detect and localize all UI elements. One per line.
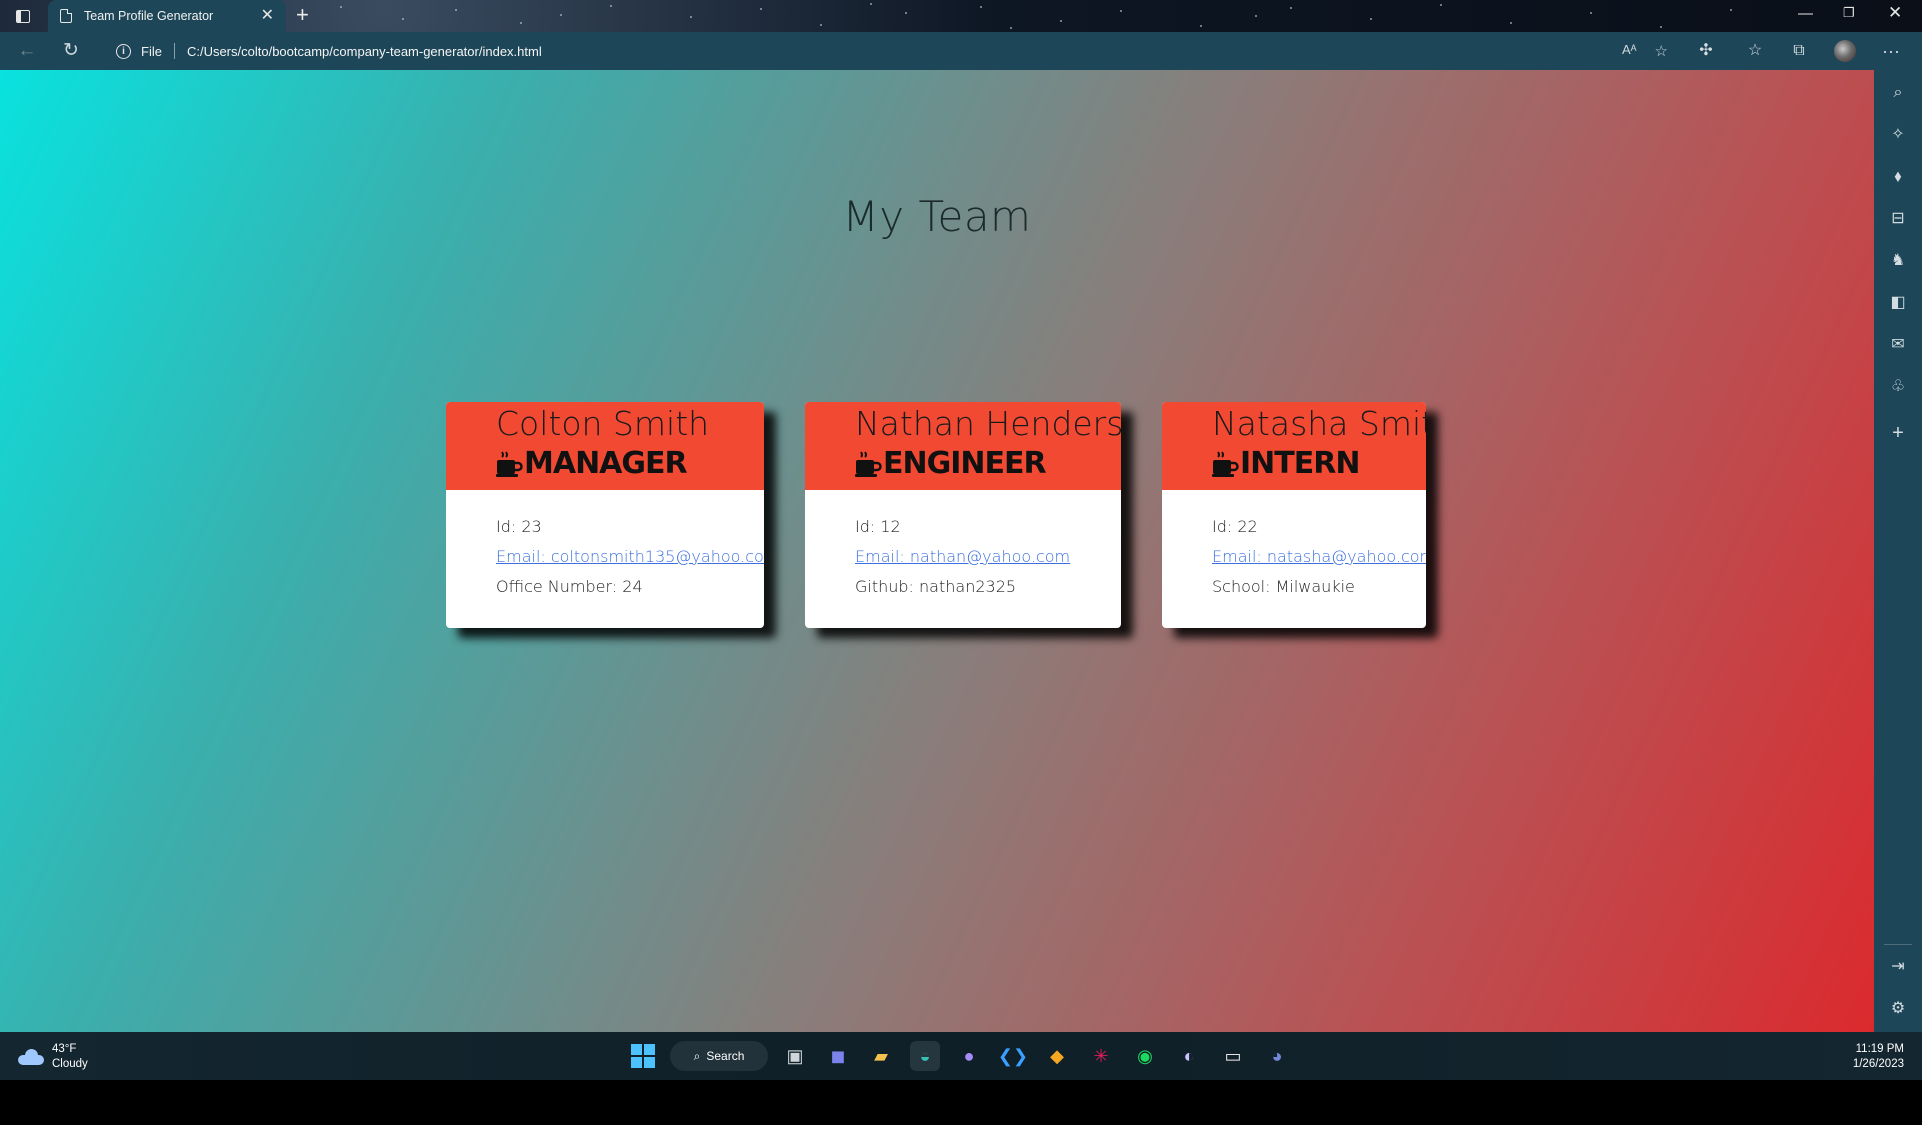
browser-sidebar: ⌕ ✧ ⬧ ⊟ ♞ ◧ ✉ ♧ + ⇥ ⚙	[1874, 70, 1922, 1032]
new-tab-button[interactable]: +	[296, 3, 309, 27]
page-icon	[60, 9, 72, 23]
browser-title-bar: Team Profile Generator ✕ + — ❐ ✕	[0, 0, 1922, 32]
windows-taskbar: 43°F Cloudy ⌕ Search ▣ ◼ ▰ ◒ ● ❮❯ ◆ ✳ ◉ …	[0, 1032, 1922, 1080]
page-viewport: My Team Colton Smith MANAGER Id: 23 Emai…	[0, 70, 1874, 1032]
vscode-icon[interactable]: ❮❯	[998, 1041, 1028, 1071]
employee-id: Id: 12	[855, 517, 901, 536]
card-header: Colton Smith MANAGER	[446, 402, 764, 490]
minimize-icon[interactable]: —	[1798, 5, 1813, 22]
terminal-icon[interactable]: ▭	[1218, 1041, 1248, 1071]
employee-card-engineer: Nathan Henderson ENGINEER Id: 12 Email: …	[805, 402, 1121, 628]
office-icon[interactable]: ◧	[1885, 290, 1911, 316]
employee-office-number: Office Number: 24	[496, 577, 643, 596]
close-tab-icon[interactable]: ✕	[261, 8, 274, 24]
card-header: Natasha Smith INTERN	[1162, 402, 1426, 490]
cloud-icon	[18, 1049, 44, 1065]
browser-toolbar: ← ↻ i File C:/Users/colto/bootcamp/compa…	[0, 32, 1922, 70]
games-icon[interactable]: ♞	[1885, 248, 1911, 274]
weather-widget[interactable]: 43°F Cloudy	[18, 1042, 88, 1072]
slack-icon[interactable]: ✳	[1086, 1041, 1116, 1071]
github-desktop-icon[interactable]: ●	[954, 1041, 984, 1071]
add-favorite-star-icon[interactable]: ☆	[1655, 42, 1668, 60]
employee-id: Id: 23	[496, 517, 542, 536]
more-options-icon[interactable]: ···	[1878, 38, 1904, 64]
employee-id: Id: 22	[1212, 517, 1258, 536]
refresh-icon[interactable]: ↻	[58, 38, 84, 64]
settings-gear-icon[interactable]: ⚙	[1885, 996, 1911, 1022]
discord-icon[interactable]: ◕	[1262, 1041, 1292, 1071]
tor-browser-icon[interactable]: ◐	[1174, 1041, 1204, 1071]
collections-icon[interactable]: ⧉	[1786, 38, 1812, 64]
add-sidebar-app-icon[interactable]: +	[1885, 420, 1911, 446]
coffee-mug-icon	[496, 450, 523, 478]
employee-role: INTERN	[1212, 446, 1360, 481]
edge-browser-icon[interactable]: ◒	[910, 1041, 940, 1071]
drop-icon[interactable]: ♧	[1885, 374, 1911, 400]
tools-briefcase-icon[interactable]: ⊟	[1885, 206, 1911, 232]
info-icon[interactable]: i	[116, 43, 131, 59]
tab-actions-menu-button[interactable]	[14, 8, 32, 24]
extensions-puzzle-icon[interactable]: ✣	[1693, 38, 1719, 64]
task-view-icon[interactable]: ▣	[780, 1041, 810, 1071]
screen-bottom-edge	[0, 1080, 1922, 1125]
weather-condition: Cloudy	[52, 1058, 88, 1070]
card-body: Id: 23 Email: coltonsmith135@yahoo.com O…	[446, 490, 764, 602]
card-body: Id: 12 Email: nathan@yahoo.com Github: n…	[805, 490, 1121, 602]
address-divider	[173, 43, 175, 59]
system-clock[interactable]: 11:19 PM 1/26/2023	[1853, 1042, 1904, 1072]
windows-start-icon[interactable]	[628, 1041, 658, 1071]
employee-email-link[interactable]: Email: coltonsmith135@yahoo.com	[496, 547, 764, 566]
clock-date: 1/26/2023	[1852, 1058, 1904, 1070]
profile-avatar[interactable]	[1834, 40, 1856, 62]
employee-card-manager: Colton Smith MANAGER Id: 23 Email: colto…	[446, 402, 764, 628]
spotify-icon[interactable]: ◉	[1130, 1041, 1160, 1071]
role-label: MANAGER	[524, 446, 688, 481]
page-title: My Team	[842, 192, 1032, 241]
teams-chat-icon[interactable]: ◼	[823, 1041, 853, 1071]
employee-email-link[interactable]: Email: nathan@yahoo.com	[855, 547, 1070, 566]
address-bar[interactable]: i File C:/Users/colto/bootcamp/company-t…	[102, 36, 1676, 66]
search-icon[interactable]: ⌕	[1885, 80, 1911, 106]
card-header: Nathan Henderson ENGINEER	[805, 402, 1121, 490]
back-arrow-icon[interactable]: ←	[14, 38, 40, 64]
sourcetree-icon[interactable]: ◆	[1042, 1041, 1072, 1071]
employee-school: School: Milwaukie	[1212, 577, 1355, 596]
hide-sidebar-icon[interactable]: ⇥	[1885, 954, 1911, 980]
active-tab[interactable]: Team Profile Generator ✕	[48, 0, 286, 32]
shopping-tag-icon[interactable]: ⬧	[1885, 164, 1911, 190]
search-icon: ⌕	[693, 1048, 701, 1063]
employee-name: Nathan Henderson	[855, 404, 1121, 443]
favorites-icon[interactable]: ☆	[1742, 38, 1768, 64]
coffee-mug-icon	[855, 450, 882, 478]
employee-card-intern: Natasha Smith INTERN Id: 22 Email: natas…	[1162, 402, 1426, 628]
role-label: ENGINEER	[883, 446, 1047, 481]
copilot-sparkle-icon[interactable]: ✧	[1885, 122, 1911, 148]
coffee-mug-icon	[1212, 450, 1239, 478]
address-scheme-label: File	[141, 43, 162, 59]
employee-name: Natasha Smith	[1212, 404, 1426, 443]
clock-time: 11:19 PM	[1855, 1043, 1904, 1055]
employee-role: MANAGER	[496, 446, 688, 481]
card-body: Id: 22 Email: natasha@yahoo.com School: …	[1162, 490, 1426, 602]
url-text[interactable]: C:/Users/colto/bootcamp/company-team-gen…	[187, 44, 542, 59]
employee-email-link[interactable]: Email: natasha@yahoo.com	[1212, 547, 1426, 566]
read-aloud-icon[interactable]: Aᴬ	[1622, 42, 1637, 60]
weather-temperature: 43°F	[52, 1043, 77, 1055]
tab-title: Team Profile Generator	[84, 9, 214, 23]
employee-role: ENGINEER	[855, 446, 1047, 481]
title-bar-starfield	[0, 0, 1922, 32]
employee-name: Colton Smith	[496, 404, 710, 443]
employee-github: Github: nathan2325	[855, 577, 1017, 596]
restore-icon[interactable]: ❐	[1843, 5, 1855, 21]
outlook-icon[interactable]: ✉	[1885, 332, 1911, 358]
role-label: INTERN	[1240, 446, 1360, 481]
taskbar-search[interactable]: ⌕ Search	[670, 1041, 768, 1071]
sidebar-divider	[1884, 944, 1912, 945]
file-explorer-icon[interactable]: ▰	[866, 1041, 896, 1071]
close-window-icon[interactable]: ✕	[1888, 3, 1902, 23]
taskbar-search-label: Search	[706, 1049, 745, 1063]
